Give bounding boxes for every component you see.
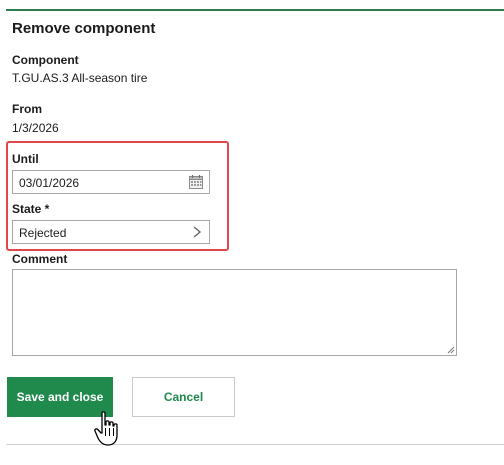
component-label: Component [12, 53, 79, 67]
hand-cursor-icon [94, 411, 118, 446]
from-label: From [12, 102, 42, 116]
component-value: T.GU.AS.3 All-season tire [12, 71, 148, 85]
bottom-divider [6, 444, 504, 445]
top-divider [6, 9, 504, 11]
resize-grip-icon[interactable] [447, 346, 455, 354]
until-label: Until [12, 152, 39, 166]
cancel-button[interactable]: Cancel [132, 377, 235, 417]
comment-label: Comment [12, 252, 68, 266]
remove-component-dialog: Remove component Component T.GU.AS.3 All… [0, 0, 504, 465]
state-value: Rejected [19, 226, 67, 240]
until-date-value: 03/01/2026 [19, 176, 80, 190]
from-value: 1/3/2026 [12, 121, 59, 135]
state-label: State * [12, 202, 50, 216]
dialog-title: Remove component [12, 20, 156, 37]
state-select[interactable]: Rejected [12, 220, 210, 244]
chevron-right-icon [193, 226, 202, 238]
comment-textarea[interactable] [12, 269, 457, 356]
until-date-input[interactable]: 03/01/2026 [12, 170, 210, 194]
calendar-icon[interactable] [188, 174, 204, 190]
